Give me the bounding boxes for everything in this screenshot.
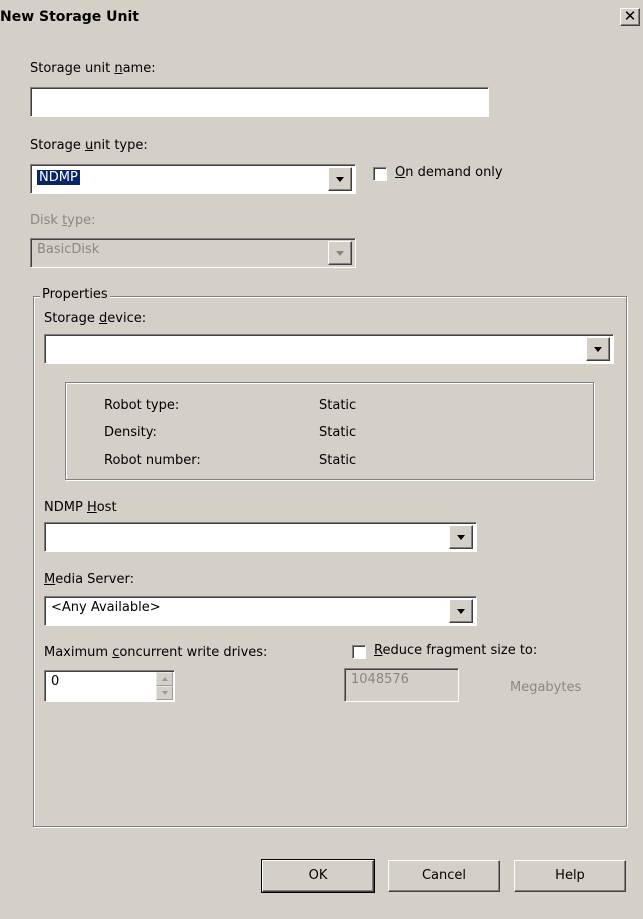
close-button[interactable]: ✕ [620,8,640,26]
ndmp-host-select[interactable] [44,522,477,552]
robot-type-value: Static [319,398,357,413]
ndmp-host-dropdown-button[interactable] [449,525,473,549]
spin-up-button[interactable] [156,672,173,686]
spin-down-button[interactable] [156,686,173,700]
on-demand-checkbox[interactable] [373,167,387,181]
storage-unit-type-value: NDMP [37,170,80,185]
chevron-down-icon [457,609,465,614]
chevron-down-icon [336,177,344,182]
storage-unit-type-dropdown-button[interactable] [328,167,352,191]
chevron-down-icon [457,535,465,540]
storage-unit-type-label: Storage unit type: [30,138,148,153]
storage-unit-name-label: Storage unit name: [30,61,156,76]
media-server-select[interactable]: <Any Available> [44,596,477,626]
ndmp-host-label: NDMP Host [44,500,117,515]
arrow-up-icon [161,677,168,681]
density-key: Density: [104,425,157,440]
reduce-fragment-label: Reduce fragment size to: [374,643,538,658]
disk-type-select[interactable]: BasicDisk [30,238,356,268]
storage-device-dropdown-button[interactable] [586,337,610,361]
robot-number-value: Static [319,453,357,468]
media-server-dropdown-button[interactable] [449,599,473,623]
density-value: Static [319,425,357,440]
max-drives-label: Maximum concurrent write drives: [44,645,268,660]
help-button[interactable]: Help [514,860,626,892]
robot-type-key: Robot type: [104,398,180,413]
cancel-button[interactable]: Cancel [388,860,500,892]
robot-number-key: Robot number: [104,453,201,468]
storage-unit-name-input[interactable] [30,87,489,117]
dialog-title: New Storage Unit [0,9,139,25]
on-demand-label: On demand only [395,165,503,180]
disk-type-label: Disk type: [30,213,96,228]
reduce-fragment-checkbox[interactable] [352,645,366,659]
chevron-down-icon [594,347,602,352]
storage-unit-type-select[interactable]: NDMP [30,164,356,194]
storage-device-select[interactable] [44,334,614,364]
ok-button[interactable]: OK [261,859,375,893]
fragment-size-input[interactable]: 1048576 [344,668,459,702]
arrow-down-icon [161,691,168,695]
close-icon: ✕ [623,7,637,25]
storage-device-label: Storage device: [44,311,147,326]
chevron-down-icon [336,251,344,256]
properties-caption: Properties [40,287,110,302]
megabytes-unit-label: Megabytes [510,680,582,695]
media-server-label: Media Server: [44,572,134,587]
properties-group [33,296,627,827]
disk-type-dropdown-button[interactable] [328,241,352,265]
